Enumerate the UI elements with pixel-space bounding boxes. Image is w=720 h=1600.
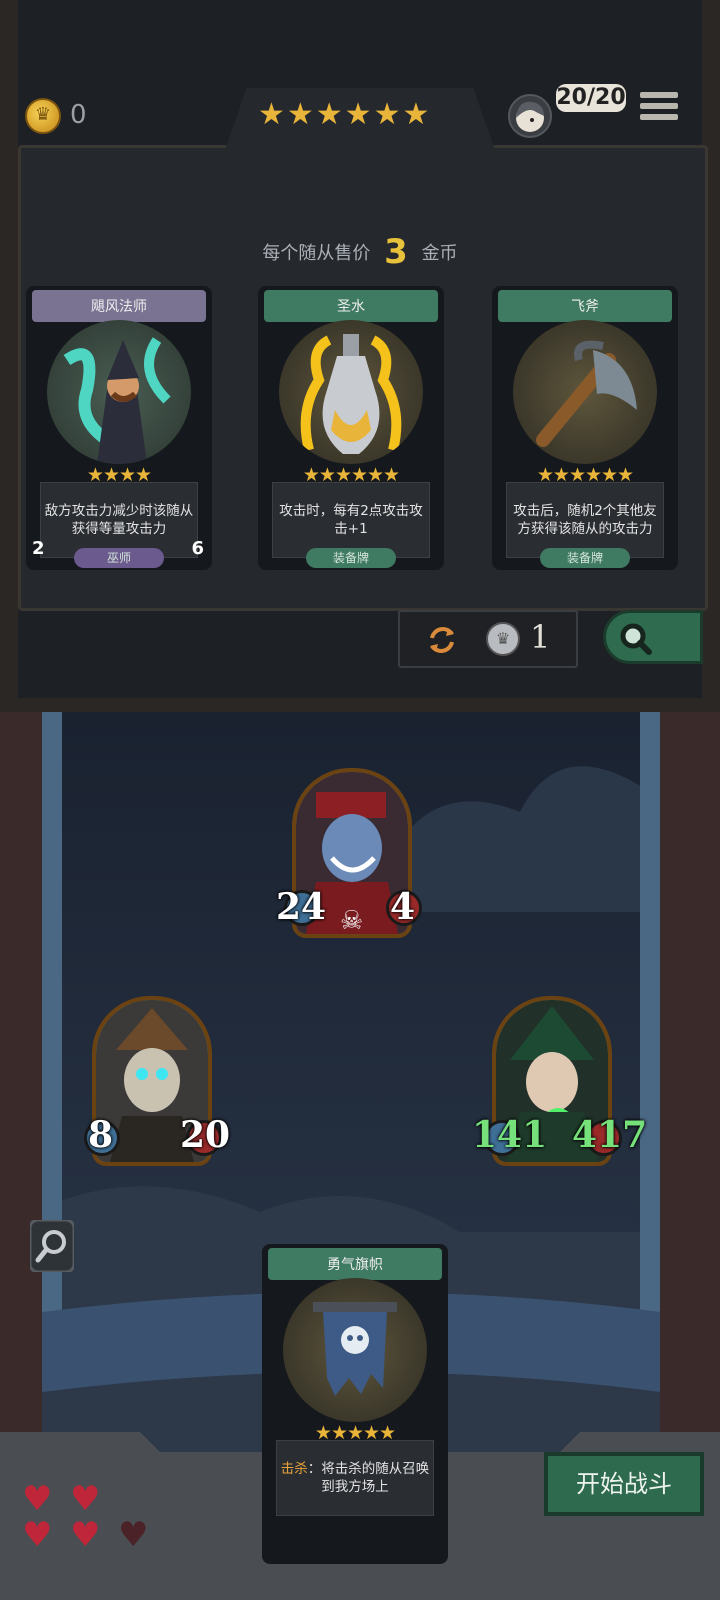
search-button[interactable] (603, 610, 703, 664)
refresh-icon (430, 627, 454, 653)
card-title: 飓风法师 (91, 299, 147, 315)
skull-icon: ☠ (340, 906, 364, 936)
shop-card-flying-axe[interactable]: 飞斧 ★★★★★★ 攻击后，随机2个其他友方获得该随从的攻击力 装备牌 (492, 286, 678, 570)
avatar-face-icon (516, 101, 544, 132)
banner-flag-icon (313, 1302, 397, 1396)
card-description: 敌方攻击力减少时该随从获得等量攻击力 (40, 482, 198, 558)
card-description: 攻击后，随机2个其他友方获得该随从的攻击力 (506, 482, 664, 558)
price-prefix: 每个随从售价 (262, 243, 371, 264)
card-health: 6 (191, 538, 204, 559)
card-description: 击杀：将击杀的随从召唤到我方场上 (276, 1440, 434, 1516)
holy-water-bottle-icon (300, 334, 402, 454)
heart-icon: ♥ (70, 1515, 101, 1555)
minion-attack: 8 (88, 1114, 114, 1156)
card-title: 飞斧 (571, 299, 599, 315)
coin-icon: ♛ (25, 98, 61, 134)
card-art (513, 320, 657, 464)
card-description: 攻击时，每有2点攻击攻击+1 (272, 482, 430, 558)
avatar[interactable] (508, 94, 552, 138)
card-tribe-tag: 巫师 (74, 548, 164, 568)
card-art (283, 1278, 427, 1422)
empty-heart-icon: ♥ (118, 1515, 149, 1555)
minion-health: 20 (180, 1114, 231, 1156)
heart-icon: ♥ (22, 1479, 53, 1519)
card-header: 飓风法师 (32, 290, 206, 322)
heart-icon: ♥ (70, 1479, 101, 1519)
population-counter: 20/20 (556, 84, 626, 112)
card-header: 勇气旗帜 (268, 1248, 442, 1280)
menu-icon[interactable] (640, 92, 678, 128)
keyword-kill: 击杀 (280, 1461, 308, 1477)
price-value: 3 (384, 232, 408, 272)
search-icon (620, 623, 652, 655)
magnifier-icon (28, 1218, 76, 1274)
refresh-button[interactable]: ♛ 1 (398, 610, 578, 668)
card-attack: 2 (32, 538, 45, 559)
shop-panel: ★★★★★★ ♛ 0 20/20 每个随从售价 3 金币 飓风法师 ★★★★ 敌… (0, 0, 720, 712)
axe-icon (536, 340, 637, 447)
inspect-button[interactable] (28, 1218, 76, 1274)
card-title: 圣水 (337, 299, 365, 315)
silver-coin-icon: ♛ (486, 622, 520, 656)
card-title: 勇气旗帜 (327, 1257, 383, 1273)
coin-count: 0 (70, 100, 87, 130)
card-header: 飞斧 (498, 290, 672, 322)
shop-card-hurricane-mage[interactable]: 飓风法师 ★★★★ 敌方攻击力减少时该随从获得等量攻击力 巫师 2 6 (26, 286, 212, 570)
card-desc-text: ：将击杀的随从召唤到我方场上 (307, 1461, 430, 1495)
tavern-rating: ★★★★★★ (258, 100, 458, 134)
card-header: 圣水 (264, 290, 438, 322)
mage-art-icon (63, 337, 171, 464)
heart-icon: ♥ (22, 1515, 53, 1555)
rating-stars: ★★★★★★ (258, 97, 432, 132)
price-line: 每个随从售价 3 金币 (0, 232, 720, 272)
hand-card-courage-banner[interactable]: 勇气旗帜 ★★★★★ 击杀：将击杀的随从召唤到我方场上 (262, 1244, 448, 1564)
minion-attack: 141 (472, 1114, 548, 1156)
minion-health: 4 (390, 886, 416, 928)
refresh-cost: 1 (530, 618, 551, 656)
start-battle-button[interactable]: 开始战斗 (544, 1452, 704, 1516)
card-art (279, 320, 423, 464)
price-suffix: 金币 (421, 243, 458, 264)
shop-card-holy-water[interactable]: 圣水 ★★★★★★ 攻击时，每有2点攻击攻击+1 装备牌 (258, 286, 444, 570)
card-type-tag: 装备牌 (540, 548, 630, 568)
minion-attack: 24 (276, 886, 327, 928)
minion-health: 417 (572, 1114, 648, 1156)
card-type-tag: 装备牌 (306, 548, 396, 568)
card-art (47, 320, 191, 464)
